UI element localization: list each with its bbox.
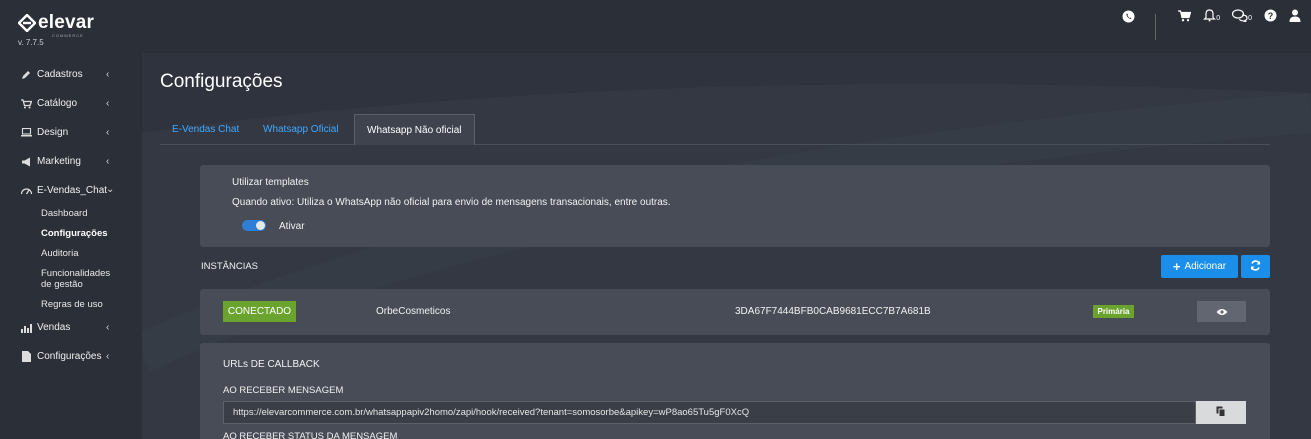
received-message-label: AO RECEBER MENSAGEM (223, 385, 344, 396)
elevar-logo-icon (17, 13, 37, 33)
sidebar-item-label: Design (37, 127, 69, 138)
templates-toggle[interactable] (242, 220, 266, 231)
sidebar-item-e-vendas-chat[interactable]: E-Vendas_Chat ⌄ (0, 176, 142, 205)
tab-whatsapp-nao-oficial[interactable]: Whatsapp Não oficial (354, 114, 475, 145)
sidebar-item-label: Cadastros (37, 69, 83, 80)
sidebar-item-label: Configurações (37, 351, 102, 362)
whatsapp-icon[interactable] (1122, 9, 1135, 23)
sidebar-item-configuracoes[interactable]: Configurações ‹ (0, 342, 142, 371)
document-icon (20, 351, 32, 363)
tab-whatsapp-oficial[interactable]: Whatsapp Oficial (251, 114, 351, 145)
pencil-icon (20, 69, 32, 81)
copy-url-button[interactable] (1196, 401, 1246, 424)
refresh-icon (1250, 258, 1261, 276)
chevron-left-icon: ‹ (106, 98, 110, 109)
callback-title: URLs DE CALLBACK (223, 359, 320, 370)
messages-icon[interactable]: 0 (1232, 9, 1252, 23)
e-vendas-chat-submenu: Dashboard Configurações Auditoria Funcio… (0, 205, 142, 310)
chevron-left-icon: ‹ (106, 351, 110, 362)
instance-row: CONECTADO OrbeCosmeticos 3DA67F7444BFB0C… (200, 289, 1270, 335)
eye-icon (1216, 303, 1228, 321)
refresh-button[interactable] (1241, 255, 1270, 278)
bar-chart-icon (20, 322, 32, 334)
notifications-bell-icon[interactable]: 0 (1203, 9, 1220, 23)
main-content: Configurações E-Vendas Chat Whatsapp Ofi… (142, 53, 1311, 439)
received-url-field[interactable]: https://elevarcommerce.com.br/whatsappap… (223, 401, 1196, 424)
copy-icon (1216, 404, 1226, 422)
sidebar-item-catalogo[interactable]: Catálogo ‹ (0, 89, 142, 118)
add-button-label: Adicionar (1184, 261, 1227, 272)
sidebar-item-marketing[interactable]: Marketing ‹ (0, 147, 142, 176)
brand-subtitle: COMMERCE (52, 33, 84, 38)
chevron-down-icon: ⌄ (106, 184, 115, 195)
toggle-knob (256, 221, 265, 230)
chevron-left-icon: ‹ (106, 156, 110, 167)
chevron-left-icon: ‹ (106, 127, 110, 138)
page-title: Configurações (160, 71, 283, 92)
chevron-left-icon: ‹ (106, 322, 110, 333)
top-bar: 0 0 ? (142, 0, 1311, 53)
view-instance-button[interactable] (1197, 301, 1246, 322)
sidebar: elevar COMMERCE v. 7.7.5 Cadastros ‹ Cat… (0, 0, 142, 439)
sidebar-menu: Cadastros ‹ Catálogo ‹ Design ‹ Marketin… (0, 60, 142, 371)
sidebar-item-label: E-Vendas_Chat (37, 185, 108, 196)
notifications-count: 0 (1216, 15, 1221, 22)
tab-bar: E-Vendas Chat Whatsapp Oficial Whatsapp … (160, 114, 1270, 145)
templates-heading: Utilizar templates (232, 177, 309, 188)
top-icons: 0 0 ? (1110, 0, 1301, 40)
svg-text:?: ? (1268, 11, 1274, 21)
sidebar-item-cadastros[interactable]: Cadastros ‹ (0, 60, 142, 89)
sidebar-item-design[interactable]: Design ‹ (0, 118, 142, 147)
status-message-label: AO RECEBER STATUS DA MENSAGEM (223, 431, 398, 439)
user-icon[interactable] (1289, 9, 1301, 23)
instance-id: 3DA67F7444BFB0CAB9681ECC7B7A681B (735, 306, 931, 317)
instance-name: OrbeCosmeticos (376, 306, 451, 317)
add-instance-button[interactable]: + Adicionar (1161, 255, 1238, 278)
sidebar-item-label: Catálogo (37, 98, 78, 109)
submenu-item-configuracoes[interactable]: Configurações (41, 228, 142, 239)
chevron-left-icon: ‹ (106, 69, 110, 80)
tab-e-vendas-chat[interactable]: E-Vendas Chat (160, 114, 251, 145)
topbar-divider (1155, 14, 1157, 40)
templates-panel: Utilizar templates Quando ativo: Utiliza… (200, 165, 1270, 247)
brand-name: elevar (38, 12, 95, 33)
templates-description: Quando ativo: Utiliza o WhatsApp não ofi… (232, 197, 671, 208)
laptop-icon (20, 127, 32, 139)
help-icon[interactable]: ? (1264, 9, 1277, 23)
callback-urls-panel: URLs DE CALLBACK AO RECEBER MENSAGEM htt… (200, 343, 1270, 439)
cart-icon (20, 98, 32, 110)
messages-count: 0 (1248, 15, 1252, 22)
cart-icon[interactable] (1178, 9, 1192, 23)
megaphone-icon (20, 156, 32, 168)
toggle-label: Ativar (279, 221, 305, 232)
plus-icon: + (1172, 259, 1181, 274)
primary-badge: Primária (1093, 305, 1134, 318)
connection-status-badge: CONECTADO (223, 301, 296, 322)
submenu-item-auditoria[interactable]: Auditoria (41, 248, 142, 259)
sidebar-item-label: Marketing (37, 156, 81, 167)
instances-title: INSTÂNCIAS (201, 261, 259, 272)
brand-logo[interactable]: elevar (17, 12, 95, 34)
dashboard-icon (20, 185, 32, 197)
submenu-item-regras[interactable]: Regras de uso (41, 299, 142, 310)
sidebar-item-vendas[interactable]: Vendas ‹ (0, 313, 142, 342)
submenu-item-funcionalidades[interactable]: Funcionalidades de gestão (41, 268, 121, 290)
submenu-item-dashboard[interactable]: Dashboard (41, 208, 142, 219)
app-version: v. 7.7.5 (18, 38, 44, 47)
sidebar-item-label: Vendas (37, 322, 71, 333)
